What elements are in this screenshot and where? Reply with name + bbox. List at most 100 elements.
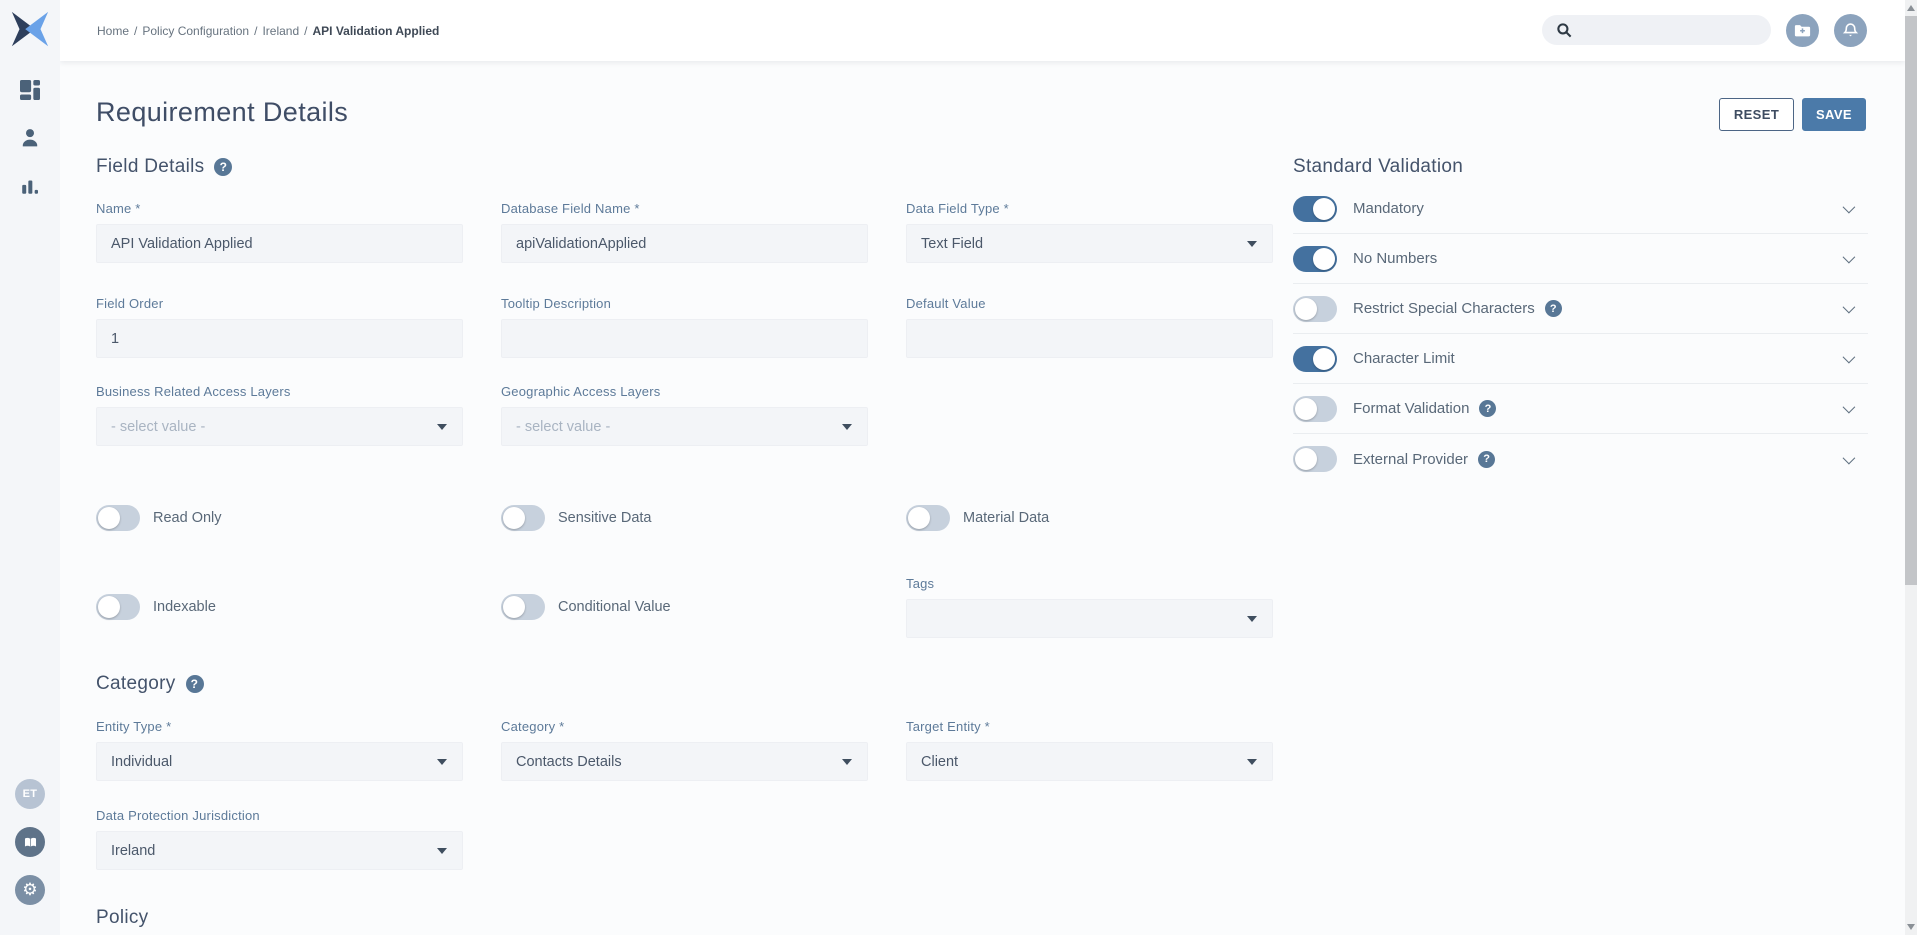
entity-type-select[interactable]: Individual <box>96 742 463 781</box>
target-entity-label: Target Entity * <box>906 719 1273 734</box>
scroll-down-arrow-icon[interactable] <box>1907 924 1915 930</box>
field-default-value: Default Value <box>906 296 1273 358</box>
validation-row-no-numbers: No Numbers <box>1293 234 1868 284</box>
search-input[interactable] <box>1581 23 1751 38</box>
business-access-layers-label: Business Related Access Layers <box>96 384 463 399</box>
category-help-icon[interactable]: ? <box>186 675 204 693</box>
dropdown-caret-icon <box>437 424 447 430</box>
sensitive-data-toggle[interactable] <box>501 505 545 531</box>
format-validation-toggle[interactable] <box>1293 396 1337 422</box>
scrollbar-thumb[interactable] <box>1905 16 1917 585</box>
database-field-name-input[interactable] <box>501 224 868 263</box>
conditional-value-row: Conditional Value <box>501 594 671 620</box>
scroll-up-arrow-icon[interactable] <box>1907 5 1915 11</box>
reports-chart-icon[interactable] <box>20 176 40 196</box>
settings-gear-icon[interactable]: ⚙ <box>15 875 45 905</box>
character-limit-toggle[interactable] <box>1293 346 1337 372</box>
chevron-down-icon[interactable] <box>1843 451 1856 464</box>
read-only-toggle[interactable] <box>96 505 140 531</box>
category-select[interactable]: Contacts Details <box>501 742 868 781</box>
field-database-field-name: Database Field Name * <box>501 201 868 263</box>
validation-row-mandatory: Mandatory <box>1293 184 1868 234</box>
restrict-special-characters-help-icon[interactable]: ? <box>1545 300 1562 317</box>
field-details-help-icon[interactable]: ? <box>214 158 232 176</box>
format-validation-help-icon[interactable]: ? <box>1479 400 1496 417</box>
field-order-label: Field Order <box>96 296 463 311</box>
external-provider-toggle[interactable] <box>1293 446 1337 472</box>
category-label: Category * <box>501 719 868 734</box>
indexable-row: Indexable <box>96 594 216 620</box>
conditional-value-label: Conditional Value <box>558 599 671 615</box>
field-order-input[interactable] <box>96 319 463 358</box>
name-label: Name * <box>96 201 463 216</box>
default-value-input[interactable] <box>906 319 1273 358</box>
indexable-label: Indexable <box>153 599 216 615</box>
reset-button[interactable]: RESET <box>1719 98 1794 131</box>
restrict-special-characters-toggle[interactable] <box>1293 296 1337 322</box>
material-data-label: Material Data <box>963 510 1049 526</box>
tags-select[interactable] <box>906 599 1273 638</box>
search-icon <box>1556 22 1573 39</box>
vertical-scrollbar[interactable] <box>1905 0 1917 935</box>
no-numbers-toggle[interactable] <box>1293 246 1337 272</box>
app-root: ET ⚙ Home / Policy Configuration / Irela… <box>0 0 1917 935</box>
sidebar-bottom: ET ⚙ <box>0 779 60 905</box>
sensitive-data-row: Sensitive Data <box>501 505 652 531</box>
chevron-down-icon[interactable] <box>1843 251 1856 264</box>
conditional-value-toggle[interactable] <box>501 594 545 620</box>
external-provider-help-icon[interactable]: ? <box>1478 451 1495 468</box>
data-field-type-select[interactable]: Text Field <box>906 224 1273 263</box>
dropdown-caret-icon <box>1247 616 1257 622</box>
notifications-button[interactable] <box>1834 14 1867 47</box>
breadcrumb: Home / Policy Configuration / Ireland / … <box>97 0 439 61</box>
chevron-down-icon[interactable] <box>1843 351 1856 364</box>
field-name: Name * <box>96 201 463 263</box>
category-header: Category ? <box>96 673 204 695</box>
geographic-access-layers-label: Geographic Access Layers <box>501 384 868 399</box>
target-entity-select[interactable]: Client <box>906 742 1273 781</box>
standard-validation-panel: Mandatory No Numbers Restrict Special Ch… <box>1293 184 1868 484</box>
standard-validation-header: Standard Validation <box>1293 156 1463 178</box>
geographic-access-layers-select[interactable]: - select value - <box>501 407 868 446</box>
field-geographic-access-layers: Geographic Access Layers - select value … <box>501 384 868 446</box>
field-business-access-layers: Business Related Access Layers - select … <box>96 384 463 446</box>
chevron-down-icon[interactable] <box>1843 201 1856 214</box>
mandatory-toggle[interactable] <box>1293 196 1337 222</box>
field-tags: Tags <box>906 576 1273 638</box>
material-data-toggle[interactable] <box>906 505 950 531</box>
data-protection-jurisdiction-label: Data Protection Jurisdiction <box>96 808 463 823</box>
breadcrumb-ireland[interactable]: Ireland <box>262 24 299 38</box>
field-data-protection-jurisdiction: Data Protection Jurisdiction Ireland <box>96 808 463 870</box>
tooltip-description-input[interactable] <box>501 319 868 358</box>
dropdown-caret-icon <box>842 759 852 765</box>
name-input[interactable] <box>96 224 463 263</box>
breadcrumb-current: API Validation Applied <box>312 24 439 38</box>
add-folder-button[interactable] <box>1786 14 1819 47</box>
docs-book-icon[interactable] <box>15 827 45 857</box>
app-logo-icon[interactable] <box>9 10 51 48</box>
dashboard-icon[interactable] <box>20 80 40 100</box>
users-icon[interactable] <box>20 128 40 148</box>
indexable-toggle[interactable] <box>96 594 140 620</box>
material-data-row: Material Data <box>906 505 1049 531</box>
dropdown-caret-icon <box>437 759 447 765</box>
field-field-order: Field Order <box>96 296 463 358</box>
breadcrumb-policy-configuration[interactable]: Policy Configuration <box>142 24 249 38</box>
field-tooltip-description: Tooltip Description <box>501 296 868 358</box>
breadcrumb-home[interactable]: Home <box>97 24 129 38</box>
validation-row-external-provider: External Provider ? <box>1293 434 1868 484</box>
dropdown-caret-icon <box>437 848 447 854</box>
business-access-layers-select[interactable]: - select value - <box>96 407 463 446</box>
chevron-down-icon[interactable] <box>1843 301 1856 314</box>
user-avatar[interactable]: ET <box>15 779 45 809</box>
dropdown-caret-icon <box>842 424 852 430</box>
field-data-field-type: Data Field Type * Text Field <box>906 201 1273 263</box>
chevron-down-icon[interactable] <box>1843 401 1856 414</box>
validation-row-restrict-special-characters: Restrict Special Characters ? <box>1293 284 1868 334</box>
dropdown-caret-icon <box>1247 759 1257 765</box>
policy-header: Policy <box>96 907 148 929</box>
data-protection-jurisdiction-select[interactable]: Ireland <box>96 831 463 870</box>
page-title: Requirement Details <box>96 97 348 128</box>
entity-type-label: Entity Type * <box>96 719 463 734</box>
save-button[interactable]: SAVE <box>1802 98 1866 131</box>
